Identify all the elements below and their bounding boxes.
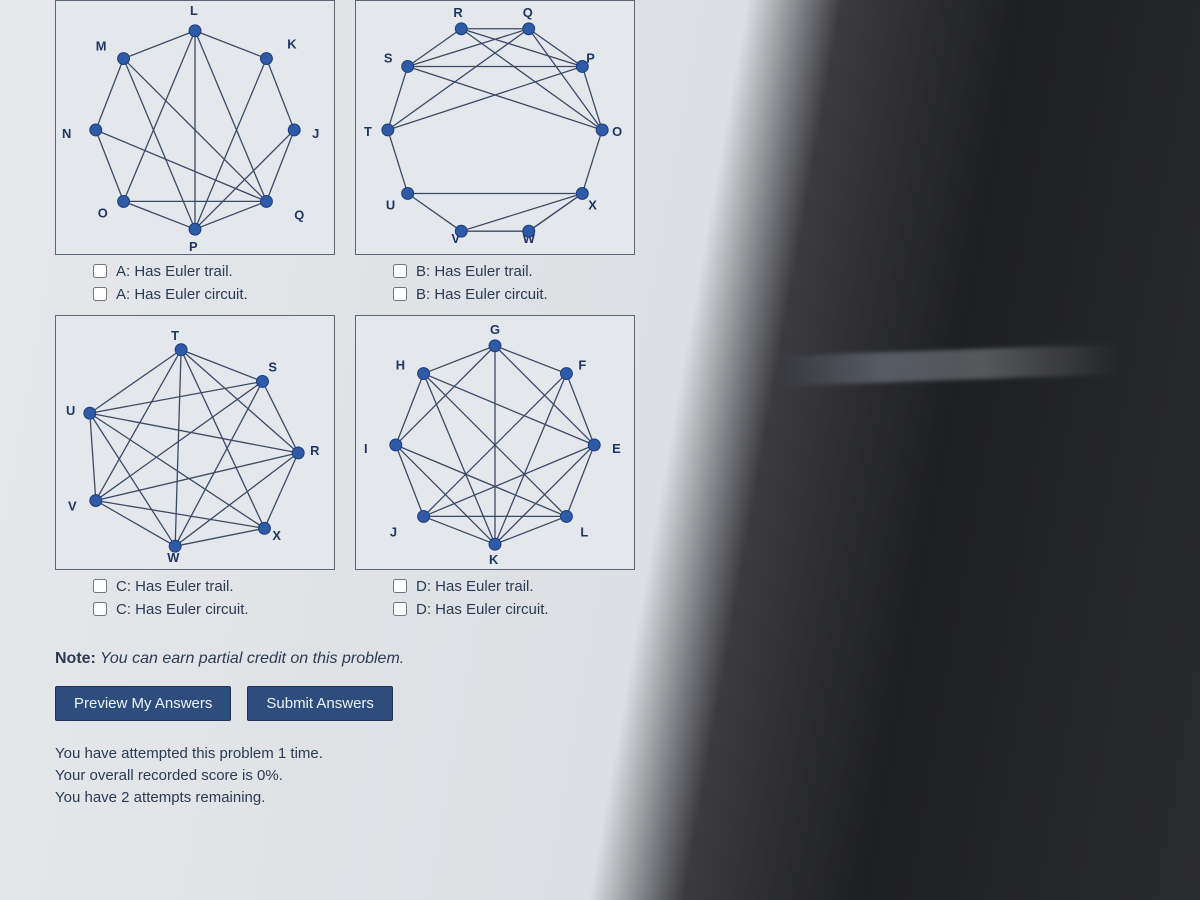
svg-text:O: O — [98, 205, 108, 220]
svg-text:U: U — [386, 197, 395, 212]
status-score: Your overall recorded score is 0%. — [55, 765, 695, 787]
svg-text:J: J — [312, 126, 319, 141]
svg-text:S: S — [384, 51, 393, 66]
graph-box-A: L K J Q P O N M — [55, 0, 335, 255]
checks-C: C: Has Euler trail. C: Has Euler circuit… — [55, 576, 335, 619]
svg-text:E: E — [612, 441, 621, 456]
note-rest: You can earn partial credit on this prob… — [96, 650, 404, 667]
panel-B: R Q P O X W V U T S — [355, 0, 635, 307]
checkbox-D-circuit[interactable] — [393, 602, 407, 616]
submit-button[interactable]: Submit Answers — [247, 686, 393, 721]
checkbox-B-trail[interactable] — [393, 264, 407, 278]
check-label: C: Has Euler trail. — [116, 578, 234, 595]
svg-text:N: N — [62, 126, 71, 141]
svg-text:T: T — [171, 328, 179, 343]
panel-C: T S R X W V U — [55, 315, 335, 622]
svg-text:X: X — [272, 528, 281, 543]
svg-text:P: P — [189, 239, 198, 254]
svg-text:J: J — [390, 524, 397, 539]
check-label: B: Has Euler trail. — [416, 263, 533, 280]
svg-text:X: X — [588, 197, 597, 212]
check-label: C: Has Euler circuit. — [116, 601, 249, 618]
check-A-trail[interactable]: A: Has Euler trail. — [89, 261, 335, 281]
button-row: Preview My Answers Submit Answers — [55, 686, 695, 721]
svg-text:S: S — [268, 360, 277, 375]
svg-text:I: I — [364, 441, 368, 456]
check-D-circuit[interactable]: D: Has Euler circuit. — [389, 599, 635, 619]
checks-B: B: Has Euler trail. B: Has Euler circuit… — [355, 261, 635, 304]
svg-text:H: H — [396, 358, 405, 373]
svg-text:R: R — [310, 443, 320, 458]
checkbox-C-circuit[interactable] — [93, 602, 107, 616]
status-attempts: You have attempted this problem 1 time. — [55, 743, 695, 765]
glare-decoration — [780, 344, 1121, 386]
check-label: A: Has Euler circuit. — [116, 286, 248, 303]
graph-grid: L K J Q P O N M — [55, 0, 695, 622]
check-A-circuit[interactable]: A: Has Euler circuit. — [89, 284, 335, 304]
svg-text:U: U — [66, 403, 75, 418]
check-D-trail[interactable]: D: Has Euler trail. — [389, 576, 635, 596]
note-bold: Note: — [55, 650, 96, 667]
svg-text:T: T — [364, 124, 372, 139]
check-B-trail[interactable]: B: Has Euler trail. — [389, 261, 635, 281]
svg-text:K: K — [287, 37, 297, 52]
page-root: L K J Q P O N M — [0, 0, 1200, 900]
svg-text:M: M — [96, 39, 107, 54]
status-block: You have attempted this problem 1 time. … — [55, 743, 695, 808]
svg-text:Q: Q — [523, 5, 533, 20]
checks-A: A: Has Euler trail. A: Has Euler circuit… — [55, 261, 335, 304]
svg-text:Q: Q — [294, 207, 304, 222]
svg-text:R: R — [453, 5, 463, 20]
svg-text:V: V — [68, 498, 77, 513]
status-remaining: You have 2 attempts remaining. — [55, 787, 695, 809]
checkbox-B-circuit[interactable] — [393, 287, 407, 301]
svg-text:G: G — [490, 322, 500, 337]
checkbox-A-trail[interactable] — [93, 264, 107, 278]
graph-box-B: R Q P O X W V U T S — [355, 0, 635, 255]
checkbox-C-trail[interactable] — [93, 579, 107, 593]
svg-text:L: L — [190, 3, 198, 18]
check-label: D: Has Euler trail. — [416, 578, 534, 595]
check-C-circuit[interactable]: C: Has Euler circuit. — [89, 599, 335, 619]
partial-credit-note: Note: You can earn partial credit on thi… — [55, 650, 695, 668]
checks-D: D: Has Euler trail. D: Has Euler circuit… — [355, 576, 635, 619]
svg-text:K: K — [489, 552, 499, 567]
graph-box-C: T S R X W V U — [55, 315, 335, 570]
checkbox-D-trail[interactable] — [393, 579, 407, 593]
svg-text:L: L — [580, 524, 588, 539]
graph-box-D: G F E L K J I H — [355, 315, 635, 570]
svg-text:F: F — [578, 358, 586, 373]
panel-D: G F E L K J I H — [355, 315, 635, 622]
check-C-trail[interactable]: C: Has Euler trail. — [89, 576, 335, 596]
panel-A: L K J Q P O N M — [55, 0, 335, 307]
check-B-circuit[interactable]: B: Has Euler circuit. — [389, 284, 635, 304]
problem-content: L K J Q P O N M — [55, 0, 695, 808]
svg-text:O: O — [612, 124, 622, 139]
preview-button[interactable]: Preview My Answers — [55, 686, 231, 721]
check-label: A: Has Euler trail. — [116, 263, 233, 280]
check-label: D: Has Euler circuit. — [416, 601, 549, 618]
checkbox-A-circuit[interactable] — [93, 287, 107, 301]
check-label: B: Has Euler circuit. — [416, 286, 548, 303]
